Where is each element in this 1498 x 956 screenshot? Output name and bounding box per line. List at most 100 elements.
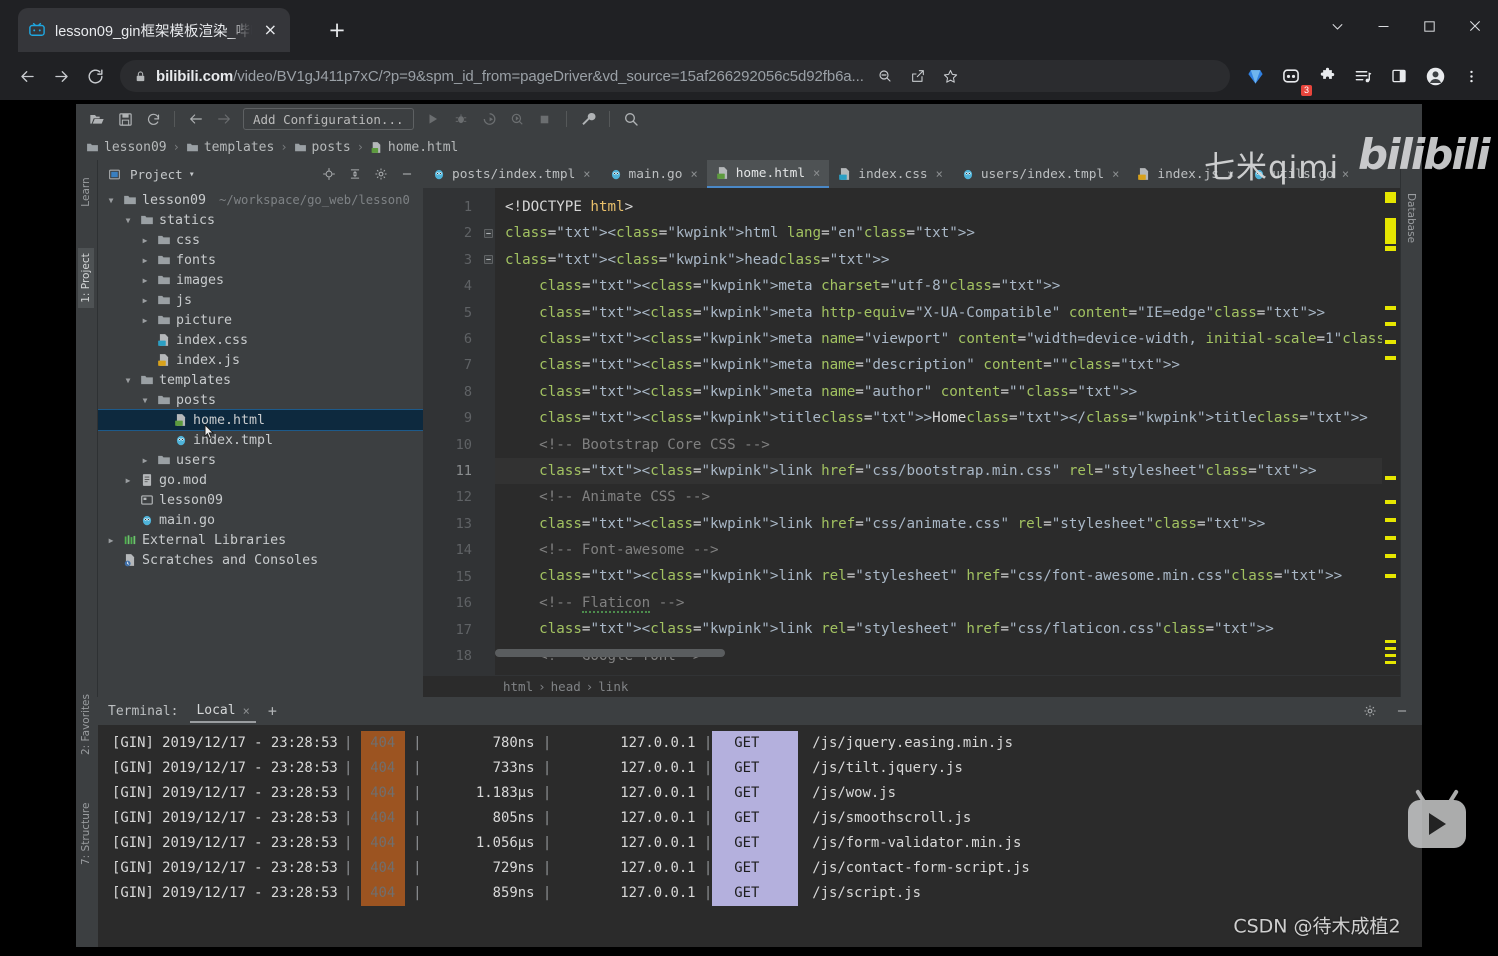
back-button[interactable] — [10, 59, 44, 93]
wrench-icon[interactable] — [575, 107, 601, 131]
tree-item-picture[interactable]: ▶picture — [98, 310, 423, 330]
error-stripe-marker[interactable] — [1385, 661, 1396, 664]
tree-item-index-tmpl[interactable]: index.tmpl — [98, 430, 423, 450]
error-stripe-marker[interactable] — [1385, 340, 1396, 344]
profile-avatar-icon[interactable] — [1418, 59, 1452, 93]
error-stripe-marker[interactable] — [1385, 647, 1396, 650]
code-line[interactable]: class="txt"><class="kwpink">meta http-eq… — [505, 300, 1382, 326]
chevron-down-icon[interactable]: ▼ — [121, 376, 135, 385]
terminal-add-button[interactable]: + — [268, 702, 277, 720]
maximize-button[interactable] — [1406, 0, 1452, 52]
tree-item-index-js[interactable]: index.js — [98, 350, 423, 370]
reload-button[interactable] — [78, 59, 112, 93]
tree-item-posts[interactable]: ▼posts — [98, 390, 423, 410]
code-line[interactable]: <!-- Bootstrap Core CSS --> — [505, 432, 1382, 458]
code-line[interactable]: class="txt"><class="kwpink">link href="c… — [505, 511, 1382, 537]
tree-item-scratches-and-consoles[interactable]: Scratches and Consoles — [98, 550, 423, 570]
code-line[interactable]: <!-- Font-awesome --> — [505, 537, 1382, 563]
run-icon[interactable] — [420, 107, 446, 131]
open-folder-icon[interactable] — [84, 107, 110, 131]
bookmark-star-icon[interactable] — [939, 64, 963, 88]
error-stripe-marker[interactable] — [1385, 518, 1396, 522]
editor-tab-users-index-tmpl[interactable]: users/index.tmpl× — [952, 160, 1129, 188]
run-configuration-selector[interactable]: Add Configuration... — [243, 108, 414, 130]
code-line[interactable]: class="txt"><class="kwpink">link href="c… — [495, 458, 1382, 484]
rail-button-favorites[interactable]: 2: Favorites — [80, 695, 92, 755]
tree-item-templates[interactable]: ▼templates — [98, 370, 423, 390]
address-bar[interactable]: bilibili.com/video/BV1gJ411p7xC/?p=9&spm… — [120, 60, 1230, 92]
tree-item-home-html[interactable]: home.html — [98, 410, 423, 430]
error-stripe-marker[interactable] — [1385, 536, 1396, 540]
code-bc-link[interactable]: link — [598, 679, 628, 694]
chevron-right-icon[interactable]: ▶ — [138, 296, 152, 305]
horizontal-scrollbar[interactable] — [495, 649, 725, 657]
chevron-down-icon[interactable]: ▼ — [138, 396, 152, 405]
error-stripe-marker[interactable] — [1385, 554, 1396, 558]
error-stripe-marker[interactable] — [1385, 356, 1396, 360]
code-line[interactable]: class="txt"><class="kwpink">html lang="e… — [505, 220, 1382, 246]
code-fold-toggle[interactable] — [481, 220, 495, 246]
code-line[interactable]: class="txt"><class="kwpink">headclass="t… — [505, 247, 1382, 273]
tree-item-js[interactable]: ▶js — [98, 290, 423, 310]
diamond-icon[interactable] — [1238, 59, 1272, 93]
breadcrumb-item-lesson09[interactable]: lesson09 — [86, 140, 167, 155]
error-stripe-marker[interactable] — [1385, 640, 1396, 643]
terminal-tab-local[interactable]: Local × — [190, 699, 255, 723]
chevron-right-icon[interactable]: ▶ — [138, 456, 152, 465]
close-window-button[interactable] — [1452, 0, 1498, 52]
project-panel-title-group[interactable]: Project ▾ — [104, 164, 313, 184]
save-icon[interactable] — [112, 107, 138, 131]
chevron-right-icon[interactable]: ▶ — [104, 536, 118, 545]
editor-tab-close-icon[interactable]: × — [583, 167, 590, 181]
tab-close-icon[interactable]: × — [261, 20, 280, 40]
bilibili-play-icon[interactable] — [1408, 800, 1466, 848]
editor-tab-close-icon[interactable]: × — [1342, 167, 1349, 181]
tree-item-main-go[interactable]: main.go — [98, 510, 423, 530]
editor-tab-main-go[interactable]: main.go× — [600, 160, 707, 188]
code-editor[interactable]: 12345678910111213141516171819 <!DOCTYPE … — [423, 188, 1400, 675]
rail-button-learn[interactable]: Learn — [80, 162, 92, 222]
chevron-down-icon[interactable]: ▼ — [104, 196, 118, 205]
error-stripe-marker[interactable] — [1385, 654, 1396, 657]
ide-forward-icon[interactable] — [211, 107, 237, 131]
side-panel-icon[interactable] — [1382, 59, 1416, 93]
code-folding-column[interactable] — [481, 188, 495, 675]
kebab-menu-icon[interactable] — [1454, 59, 1488, 93]
chevron-right-icon[interactable]: ▶ — [138, 236, 152, 245]
editor-tab-close-icon[interactable]: × — [936, 167, 943, 181]
breadcrumb-item-templates[interactable]: templates — [186, 140, 274, 155]
tree-item-lesson09[interactable]: lesson09 — [98, 490, 423, 510]
breadcrumb-item-posts[interactable]: posts — [294, 140, 351, 155]
tree-item-external-libraries[interactable]: ▶External Libraries — [98, 530, 423, 550]
error-marker-gutter[interactable] — [1382, 188, 1400, 675]
code-line[interactable]: class="txt"><class="kwpink">meta name="a… — [505, 379, 1382, 405]
rail-button-database[interactable]: Database — [1405, 188, 1417, 248]
rail-button-project[interactable]: 1: Project — [78, 248, 94, 308]
run-coverage-icon[interactable] — [476, 107, 502, 131]
minimize-button[interactable] — [1360, 0, 1406, 52]
error-stripe-marker[interactable] — [1385, 246, 1396, 251]
code-bc-html[interactable]: html — [503, 679, 533, 694]
editor-tab-index-css[interactable]: index.css× — [829, 160, 952, 188]
gear-icon[interactable] — [371, 164, 391, 184]
terminal-tab-close-icon[interactable]: × — [243, 704, 250, 718]
search-icon[interactable] — [618, 107, 644, 131]
code-line[interactable]: class="txt"><class="kwpink">link rel="st… — [505, 616, 1382, 642]
forward-button[interactable] — [44, 59, 78, 93]
tree-item-fonts[interactable]: ▶fonts — [98, 250, 423, 270]
chevron-down-icon[interactable]: ▾ — [189, 169, 195, 180]
browser-tab[interactable]: lesson09_gin框架模板渲染_哔哩 × — [18, 8, 290, 52]
chevron-right-icon[interactable]: ▶ — [138, 316, 152, 325]
tab-search-icon[interactable] — [1314, 0, 1360, 52]
code-line[interactable]: class="txt"><class="kwpink">meta name="d… — [505, 352, 1382, 378]
locate-icon[interactable] — [319, 164, 339, 184]
hide-panel-icon[interactable] — [397, 164, 417, 184]
editor-tab-posts-index-tmpl[interactable]: posts/index.tmpl× — [423, 160, 600, 188]
code-line[interactable]: class="txt"><class="kwpink">meta name="v… — [505, 326, 1382, 352]
project-file-tree[interactable]: ▼lesson09~/workspace/go_web/lesson0▼stat… — [98, 188, 423, 697]
code-line[interactable]: class="txt"><class="kwpink">meta charset… — [505, 273, 1382, 299]
editor-tab-close-icon[interactable]: × — [813, 166, 820, 180]
chevron-down-icon[interactable]: ▼ — [121, 216, 135, 225]
share-icon[interactable] — [906, 64, 930, 88]
collapse-all-icon[interactable] — [345, 164, 365, 184]
